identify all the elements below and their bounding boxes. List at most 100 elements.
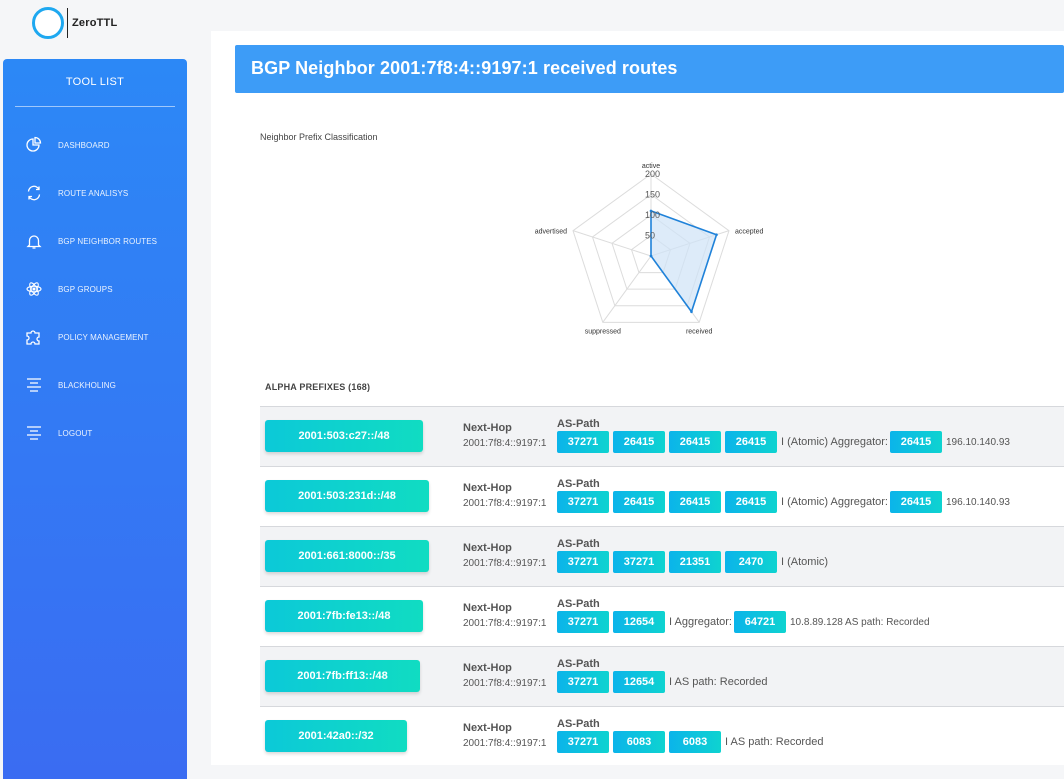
as-number-badge[interactable]: 37271 bbox=[557, 551, 609, 573]
as-path-text: I AS path: Recorded bbox=[669, 676, 768, 688]
prefix-row: 2001:42a0::/32 Next-Hop 2001:7f8:4::9197:1… bbox=[260, 706, 1064, 766]
as-number-badge[interactable]: 37271 bbox=[557, 731, 609, 753]
as-path-label: AS-Path bbox=[557, 598, 600, 610]
aggregator-address: 196.10.140.93 bbox=[946, 496, 1010, 508]
aggregator-address: 196.10.140.93 bbox=[946, 436, 1010, 448]
radar-axis-label: active bbox=[642, 163, 660, 170]
as-number-badge[interactable]: 26415 bbox=[725, 431, 777, 453]
chart-title: Neighbor Prefix Classification bbox=[260, 132, 378, 142]
as-number-badge[interactable]: 6083 bbox=[613, 731, 665, 753]
as-path-text: I (Atomic) Aggregator: bbox=[781, 496, 888, 508]
as-number-badge[interactable]: 26415 bbox=[890, 431, 942, 453]
as-number-badge[interactable]: 26415 bbox=[669, 431, 721, 453]
sidebar-item-label: DASHBOARD bbox=[58, 140, 110, 150]
next-hop-label: Next-Hop bbox=[463, 602, 512, 614]
as-number-badge[interactable]: 12654 bbox=[613, 611, 665, 633]
prefix-button[interactable]: 2001:42a0::/32 bbox=[265, 720, 407, 752]
next-hop-value: 2001:7f8:4::9197:1 bbox=[463, 678, 547, 689]
as-number-badge[interactable]: 2470 bbox=[725, 551, 777, 573]
sidebar-item-bgp-neighbor-routes[interactable]: BGP NEIGHBOR ROUTES bbox=[3, 217, 187, 265]
as-number-badge[interactable]: 21351 bbox=[669, 551, 721, 573]
as-path-text: I AS path: Recorded bbox=[725, 736, 824, 748]
radar-point bbox=[715, 233, 718, 237]
as-number-badge[interactable]: 12654 bbox=[613, 671, 665, 693]
as-number-badge[interactable]: 6083 bbox=[669, 731, 721, 753]
as-number-badge[interactable]: 37271 bbox=[613, 551, 665, 573]
as-path-text: I (Atomic) Aggregator: bbox=[781, 436, 888, 448]
as-number-badge[interactable]: 26415 bbox=[613, 491, 665, 513]
as-path-label: AS-Path bbox=[557, 658, 600, 670]
radar-axis-label: accepted bbox=[735, 229, 764, 236]
logo-divider bbox=[67, 8, 68, 38]
as-path-line: 37271 37271 21351 2470 I (Atomic) bbox=[557, 551, 830, 573]
prefix-button[interactable]: 2001:503:c27::/48 bbox=[265, 420, 423, 452]
prefix-button[interactable]: 2001:661:8000::/35 bbox=[265, 540, 429, 572]
radar-tick-label: 200 bbox=[645, 169, 660, 179]
as-path-label: AS-Path bbox=[557, 538, 600, 550]
as-number-badge[interactable]: 26415 bbox=[890, 491, 942, 513]
as-number-badge[interactable]: 37271 bbox=[557, 611, 609, 633]
radar-series-area bbox=[650, 209, 718, 314]
sidebar-item-label: BGP GROUPS bbox=[58, 284, 113, 294]
as-number-badge[interactable]: 37271 bbox=[557, 671, 609, 693]
section-title: ALPHA PREFIXES (168) bbox=[265, 382, 371, 392]
next-hop-value: 2001:7f8:4::9197:1 bbox=[463, 618, 547, 629]
as-number-badge[interactable]: 37271 bbox=[557, 491, 609, 513]
as-path-line: 37271 12654 I AS path: Recorded bbox=[557, 671, 769, 693]
radar-axis-label: received bbox=[686, 328, 713, 335]
app-logo[interactable]: ZeroTTL bbox=[32, 5, 117, 41]
next-hop-label: Next-Hop bbox=[463, 542, 512, 554]
sidebar-item-label: BLACKHOLING bbox=[58, 380, 117, 390]
prefix-button[interactable]: 2001:7fb:ff13::/48 bbox=[265, 660, 420, 692]
prefix-button[interactable]: 2001:7fb:fe13::/48 bbox=[265, 600, 423, 632]
as-path-label: AS-Path bbox=[557, 418, 600, 430]
as-path-line: 37271 6083 6083 I AS path: Recorded bbox=[557, 731, 825, 753]
next-hop-label: Next-Hop bbox=[463, 482, 512, 494]
as-number-badge[interactable]: 26415 bbox=[613, 431, 665, 453]
next-hop-label: Next-Hop bbox=[463, 722, 512, 734]
sidebar-item-route-analysis[interactable]: ROUTE ANALISYS bbox=[3, 169, 187, 217]
sidebar: TOOL LIST DASHBOARD ROUTE ANALISYS BGP N… bbox=[3, 59, 187, 779]
as-path: AS-Path 37271 12654 I Aggregator: 64721 10.8.… bbox=[557, 598, 932, 633]
as-path-line: 37271 26415 26415 26415 I (Atomic) Aggregato… bbox=[557, 431, 1012, 453]
radar-axis-label: suppressed bbox=[585, 328, 621, 335]
as-path: AS-Path 37271 26415 26415 26415 I (Atomic) Ag… bbox=[557, 418, 1012, 453]
next-hop: Next-Hop 2001:7f8:4::9197:1 bbox=[463, 542, 546, 569]
prefix-button[interactable]: 2001:503:231d::/48 bbox=[265, 480, 429, 512]
prefix-row: 2001:7fb:ff13::/48 Next-Hop2001:7f8:4::91… bbox=[260, 646, 1064, 706]
aggregator-address: 10.8.89.128 AS path: Recorded bbox=[790, 616, 930, 628]
sidebar-item-logout[interactable]: LOGOUT bbox=[3, 409, 187, 457]
next-hop: Next-Hop2001:7f8:4::9197:1 bbox=[463, 662, 546, 689]
radar-point bbox=[649, 254, 653, 258]
next-hop-value: 2001:7f8:4::9197:1 bbox=[463, 438, 547, 449]
sidebar-item-dashboard[interactable]: DASHBOARD bbox=[3, 121, 187, 169]
sidebar-title: TOOL LIST bbox=[15, 59, 175, 107]
sidebar-nav: DASHBOARD ROUTE ANALISYS BGP NEIGHBOR RO… bbox=[3, 121, 187, 457]
next-hop-value: 2001:7f8:4::9197:1 bbox=[463, 498, 547, 509]
sidebar-item-label: ROUTE ANALISYS bbox=[58, 188, 129, 198]
as-number-badge[interactable]: 26415 bbox=[725, 491, 777, 513]
as-path-label: AS-Path bbox=[557, 718, 600, 730]
as-number-badge[interactable]: 37271 bbox=[557, 431, 609, 453]
logo-text: ZeroTTL bbox=[72, 17, 118, 29]
prefix-row: 2001:661:8000::/35 Next-Hop 2001:7f8:4::91… bbox=[260, 526, 1064, 586]
radar-tick-label: 150 bbox=[645, 190, 660, 200]
as-path: AS-Path 37271 37271 21351 2470 I (Atomic) bbox=[557, 538, 830, 573]
prefix-row: 2001:503:231d::/48 Next-Hop2001:7f8:4::91… bbox=[260, 466, 1064, 526]
radar-tick-label: 100 bbox=[645, 210, 660, 220]
as-number-badge[interactable]: 64721 bbox=[734, 611, 786, 633]
radar-tick-label: 50 bbox=[645, 231, 655, 241]
as-path-label: AS-Path bbox=[557, 478, 600, 490]
as-path-line: 37271 26415 26415 26415 I (Atomic) Aggregato… bbox=[557, 491, 1012, 513]
next-hop-label: Next-Hop bbox=[463, 662, 512, 674]
sidebar-item-policy-management[interactable]: POLICY MANAGEMENT bbox=[3, 313, 187, 361]
as-path: AS-Path 37271 12654 I AS path: Recorded bbox=[557, 658, 769, 693]
as-number-badge[interactable]: 26415 bbox=[669, 491, 721, 513]
sidebar-item-label: BGP NEIGHBOR ROUTES bbox=[58, 236, 158, 246]
next-hop: Next-Hop2001:7f8:4::9197:1 bbox=[463, 482, 546, 509]
sidebar-item-bgp-groups[interactable]: BGP GROUPS bbox=[3, 265, 187, 313]
align-center-icon bbox=[25, 424, 43, 442]
sidebar-item-blackholing[interactable]: BLACKHOLING bbox=[3, 361, 187, 409]
prefix-row: 2001:503:c27::/48 Next-Hop2001:7f8:4::919… bbox=[260, 406, 1064, 466]
next-hop-label: Next-Hop bbox=[463, 422, 512, 434]
